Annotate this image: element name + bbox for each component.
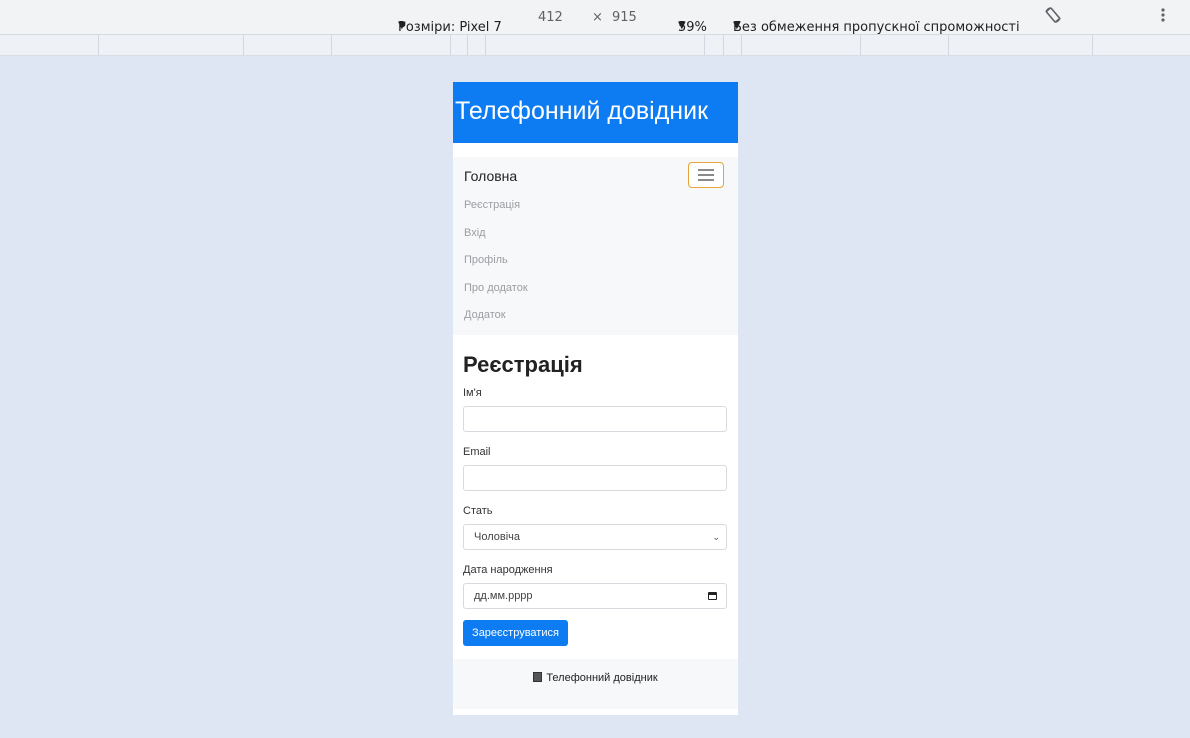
name-input[interactable] bbox=[463, 406, 727, 432]
gender-select[interactable]: Чоловіча ⌄ bbox=[463, 524, 727, 550]
nav-brand-home[interactable]: Головна bbox=[464, 168, 517, 184]
site-banner: Телефонний довідник bbox=[453, 82, 738, 143]
birthdate-input[interactable]: дд.мм.рррр bbox=[463, 583, 727, 609]
gender-select-value: Чоловіча bbox=[474, 531, 521, 543]
nav-links: Реєстрація Вхід Профіль Про додаток Дода… bbox=[464, 197, 528, 335]
more-vert-icon[interactable] bbox=[1160, 6, 1166, 29]
site-footer: Телефонний довідник bbox=[453, 659, 738, 709]
register-button[interactable]: Зареєструватися bbox=[463, 620, 568, 646]
page-title: Реєстрація bbox=[463, 352, 583, 377]
ruler-segment[interactable] bbox=[704, 35, 705, 55]
nav-link-register[interactable]: Реєстрація bbox=[464, 197, 528, 225]
devtools-toolbar: Розміри: Pixel 7 ▼ 412 × 915 59% ▼ Без обм… bbox=[0, 0, 1190, 35]
ruler-segment[interactable] bbox=[723, 35, 724, 55]
device-label: Розміри: Pixel 7 bbox=[398, 20, 502, 35]
footer-text: Телефонний довідник bbox=[546, 672, 658, 684]
rotate-icon[interactable] bbox=[1044, 6, 1062, 29]
dimension-separator: × bbox=[592, 10, 603, 25]
hamburger-icon bbox=[698, 169, 714, 171]
navbar-toggler-button[interactable] bbox=[688, 162, 724, 188]
birthdate-placeholder: дд.мм.рррр bbox=[474, 590, 533, 602]
nav-link-about[interactable]: Про додаток bbox=[464, 280, 528, 308]
caret-down-icon: ▼ bbox=[733, 20, 741, 31]
name-label: Ім'я bbox=[463, 387, 482, 399]
ruler-segment[interactable] bbox=[331, 35, 332, 55]
nav-link-login[interactable]: Вхід bbox=[464, 225, 528, 253]
ruler-segment[interactable] bbox=[98, 35, 99, 55]
ruler-segment[interactable] bbox=[485, 35, 486, 55]
calendar-icon[interactable] bbox=[708, 592, 717, 600]
email-label: Email bbox=[463, 446, 491, 458]
hamburger-icon bbox=[698, 174, 714, 176]
nav-link-profile[interactable]: Профіль bbox=[464, 252, 528, 280]
registration-form: Реєстрація Ім'я Email Стать Чоловіча ⌄ Д… bbox=[453, 351, 738, 646]
birthdate-label: Дата народження bbox=[463, 564, 553, 576]
ruler-segment[interactable] bbox=[467, 35, 468, 55]
ruler-segment[interactable] bbox=[243, 35, 244, 55]
email-input[interactable] bbox=[463, 465, 727, 491]
caret-down-icon: ▼ bbox=[678, 20, 686, 31]
ruler-segment[interactable] bbox=[860, 35, 861, 55]
width-input[interactable]: 412 bbox=[538, 10, 563, 25]
device-viewport: Телефонний довідник Головна Реєстрація В… bbox=[453, 82, 738, 715]
nav-link-app[interactable]: Додаток bbox=[464, 307, 528, 335]
chevron-down-icon: ⌄ bbox=[712, 532, 720, 542]
ruler-segment[interactable] bbox=[450, 35, 451, 55]
hamburger-icon bbox=[698, 179, 714, 181]
phonebook-icon bbox=[533, 672, 543, 682]
media-query-ruler[interactable] bbox=[0, 35, 1190, 56]
height-input[interactable]: 915 bbox=[612, 10, 637, 25]
throttling-label: Без обмеження пропускної спроможності bbox=[733, 20, 1020, 35]
gender-label: Стать bbox=[463, 505, 493, 517]
banner-title: Телефонний довідник bbox=[455, 97, 709, 125]
ruler-segment[interactable] bbox=[741, 35, 742, 55]
ruler-segment[interactable] bbox=[1092, 35, 1093, 55]
navbar: Головна Реєстрація Вхід Профіль Про дода… bbox=[453, 157, 738, 335]
ruler-segment[interactable] bbox=[948, 35, 949, 55]
caret-down-icon: ▼ bbox=[398, 20, 406, 31]
